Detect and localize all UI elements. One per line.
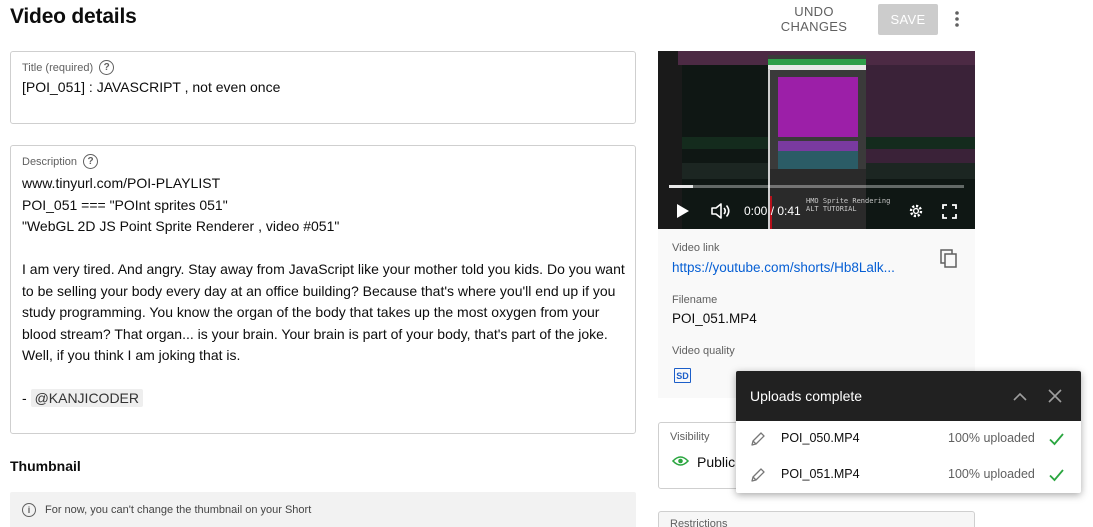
description-line: "WebGL 2D JS Point Sprite Renderer , vid… [22,218,340,234]
video-progress-fill [669,185,693,188]
thumbnail-note: i For now, you can't change the thumbnai… [10,492,636,527]
description-line: www.tinyurl.com/POI-PLAYLIST [22,175,221,191]
filename-label: Filename [672,294,718,306]
volume-icon[interactable] [710,202,732,220]
description-label: Description ? [22,154,99,169]
video-caption-line: ALT TUTORIAL [806,205,857,213]
description-signature: - @KANJICODER [22,388,628,410]
check-icon [1047,430,1065,448]
mention-chip[interactable]: @KANJICODER [30,389,144,407]
uploads-panel-title: Uploads complete [750,388,863,404]
description-field[interactable]: Description ? www.tinyurl.com/POI-PLAYLI… [10,145,636,434]
sd-quality-badge: SD [674,368,691,383]
title-label-text: Title (required) [22,61,94,74]
chevron-up-icon[interactable] [1009,385,1031,407]
upload-filename[interactable]: POI_050.MP4 [781,431,860,445]
copy-icon[interactable] [940,249,960,271]
close-icon[interactable] [1044,385,1066,407]
check-icon [1047,466,1065,484]
upload-row: POI_051.MP4 100% uploaded [736,457,1081,493]
visibility-label: Visibility [670,431,710,443]
description-input[interactable]: www.tinyurl.com/POI-PLAYLIST POI_051 ===… [22,173,628,410]
eye-icon [671,454,690,470]
play-icon[interactable] [674,202,692,220]
upload-status: 100% uploaded [948,467,1035,481]
video-player[interactable]: HMO Sprite Rendering ALT TUTORIAL 0:00 /… [658,51,975,229]
page-title: Video details [10,5,137,28]
title-label: Title (required) ? [22,60,115,75]
upload-row: POI_050.MP4 100% uploaded [736,421,1081,457]
undo-changes-button[interactable]: UNDO CHANGES [760,4,868,34]
description-paragraph: I am very tired. And angry. Stay away fr… [22,261,629,363]
upload-status: 100% uploaded [948,431,1035,445]
thumbnail-heading: Thumbnail [10,458,81,474]
description-label-text: Description [22,155,78,168]
restrictions-label: Restrictions [670,518,728,527]
visibility-value: Public [697,454,736,470]
video-caption-line: HMO Sprite Rendering [806,197,891,205]
fullscreen-icon[interactable] [939,202,959,220]
filename-value: POI_051.MP4 [672,311,757,326]
description-line: POI_051 === "POInt sprites 051" [22,196,228,213]
upload-filename[interactable]: POI_051.MP4 [781,467,860,481]
pencil-icon[interactable] [750,431,766,447]
help-icon[interactable]: ? [83,154,99,169]
video-caption: HMO Sprite Rendering ALT TUTORIAL [806,197,890,213]
restrictions-field[interactable]: Restrictions [658,511,975,527]
settings-icon[interactable] [906,202,926,220]
help-icon[interactable]: ? [99,60,115,75]
title-field[interactable]: Title (required) ? [POI_051] : JAVASCRIP… [10,51,636,124]
uploads-panel-header: Uploads complete [736,371,1081,421]
video-card: HMO Sprite Rendering ALT TUTORIAL 0:00 /… [658,51,975,398]
title-input[interactable]: [POI_051] : JAVASCRIPT , not even once [22,79,280,95]
video-quality-label: Video quality [672,345,735,357]
info-icon: i [22,503,36,517]
thumbnail-note-text: For now, you can't change the thumbnail … [45,504,312,516]
pencil-icon[interactable] [750,467,766,483]
video-progress-bar[interactable] [669,185,964,188]
signature-prefix: - [22,390,31,406]
video-link-label: Video link [672,242,720,254]
uploads-complete-panel: Uploads complete POI_050.MP4 100% upload… [736,371,1081,493]
video-link[interactable]: https://youtube.com/shorts/Hb8Lalk... [672,260,918,275]
more-vert-icon[interactable] [945,6,969,32]
time-readout: 0:00 / 0:41 [744,204,801,218]
save-button[interactable]: SAVE [878,4,938,35]
